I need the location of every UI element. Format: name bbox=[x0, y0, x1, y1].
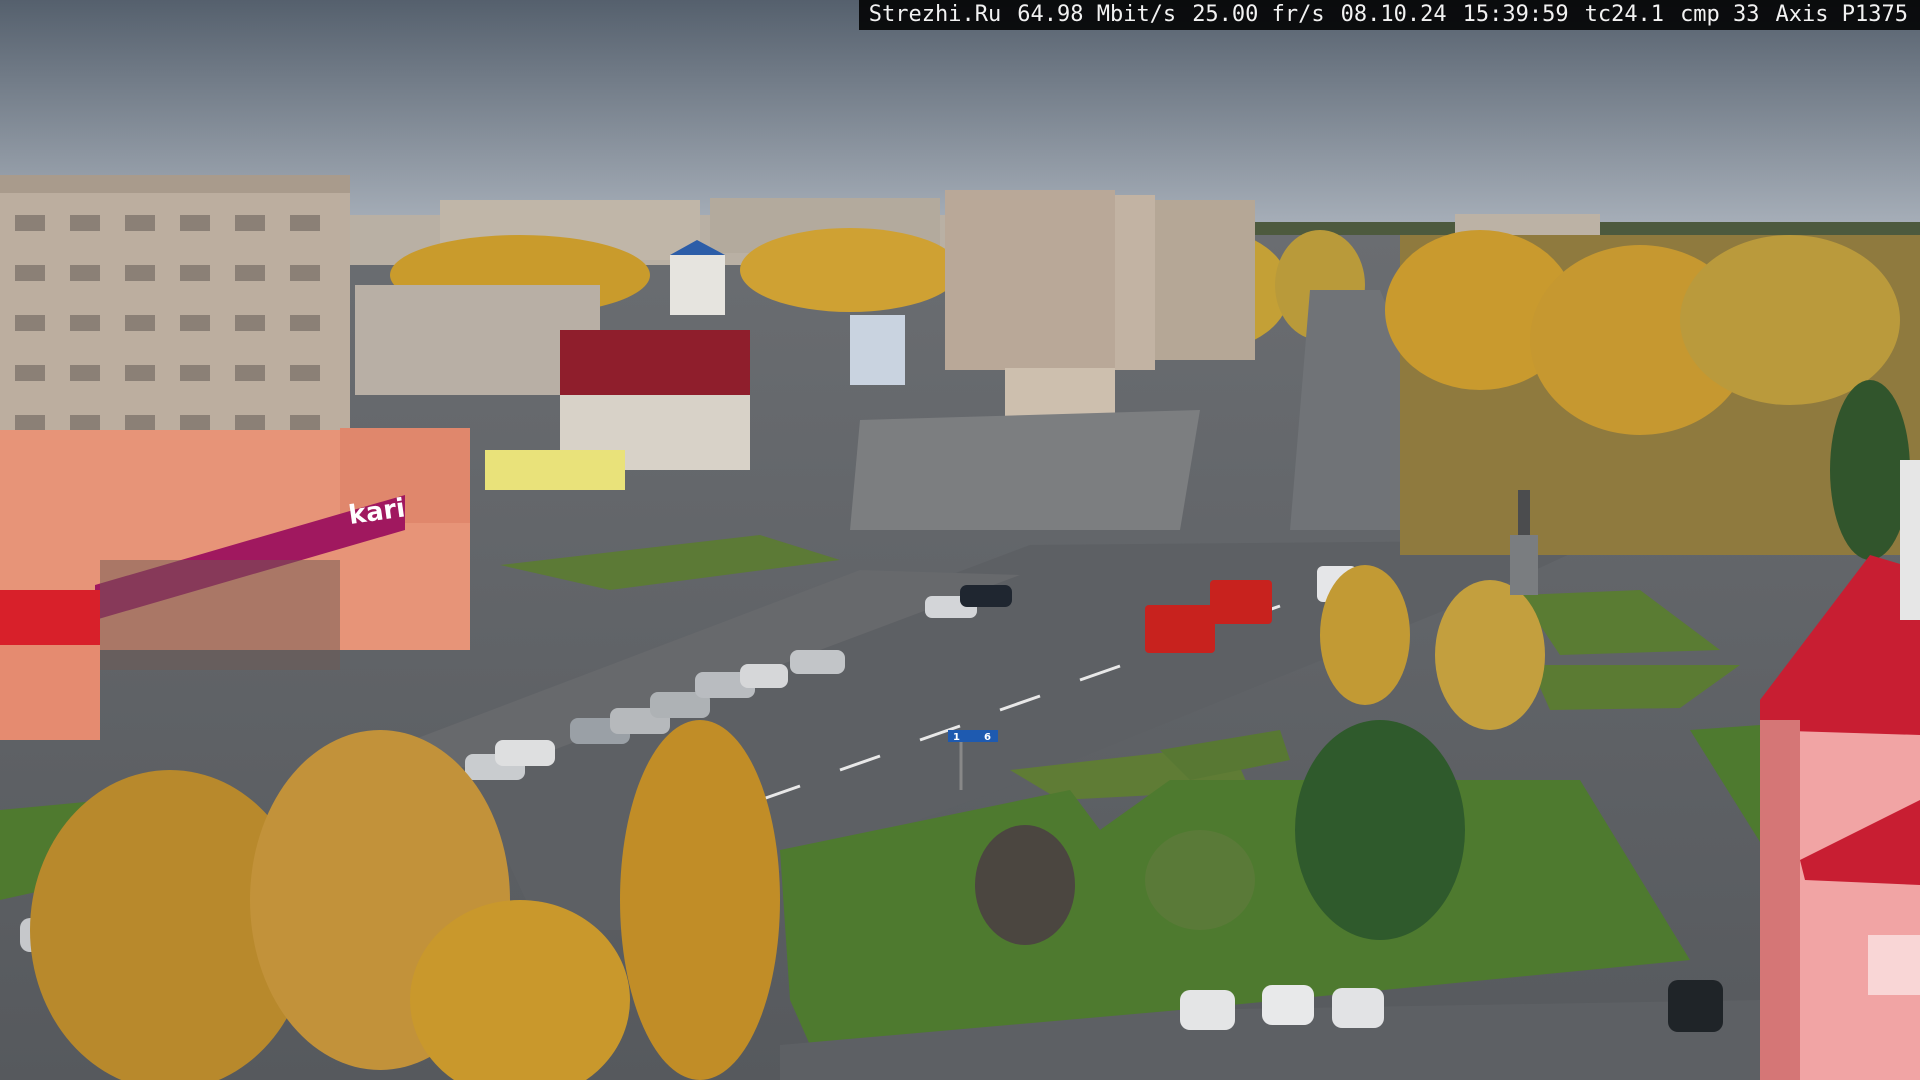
overlay-time: 15:39:59 bbox=[1462, 2, 1569, 27]
webcam-scene: kari 1 6 bbox=[0, 0, 1920, 1080]
overlay-cmp: cmp 33 bbox=[1680, 2, 1760, 27]
right-autumn-forest bbox=[1385, 230, 1920, 560]
overlay-date: 08.10.24 bbox=[1340, 2, 1447, 27]
road-sign-left-text: 1 bbox=[953, 732, 960, 743]
camera-info-overlay: Strezhi.Ru 64.98 Mbit/s 25.00 fr/s 08.10.24… bbox=[858, 0, 1920, 30]
overlay-tc: tc24.1 bbox=[1584, 2, 1665, 27]
central-plaza bbox=[850, 410, 1200, 530]
overlay-camera-model: Axis P1375 bbox=[1775, 2, 1908, 27]
road-sign-right-text: 6 bbox=[984, 732, 991, 743]
overlay-bitrate: 64.98 Mbit/s bbox=[1017, 2, 1177, 27]
overlay-site: Strezhi.Ru bbox=[868, 2, 1002, 27]
overlay-framerate: 25.00 fr/s bbox=[1192, 2, 1325, 27]
